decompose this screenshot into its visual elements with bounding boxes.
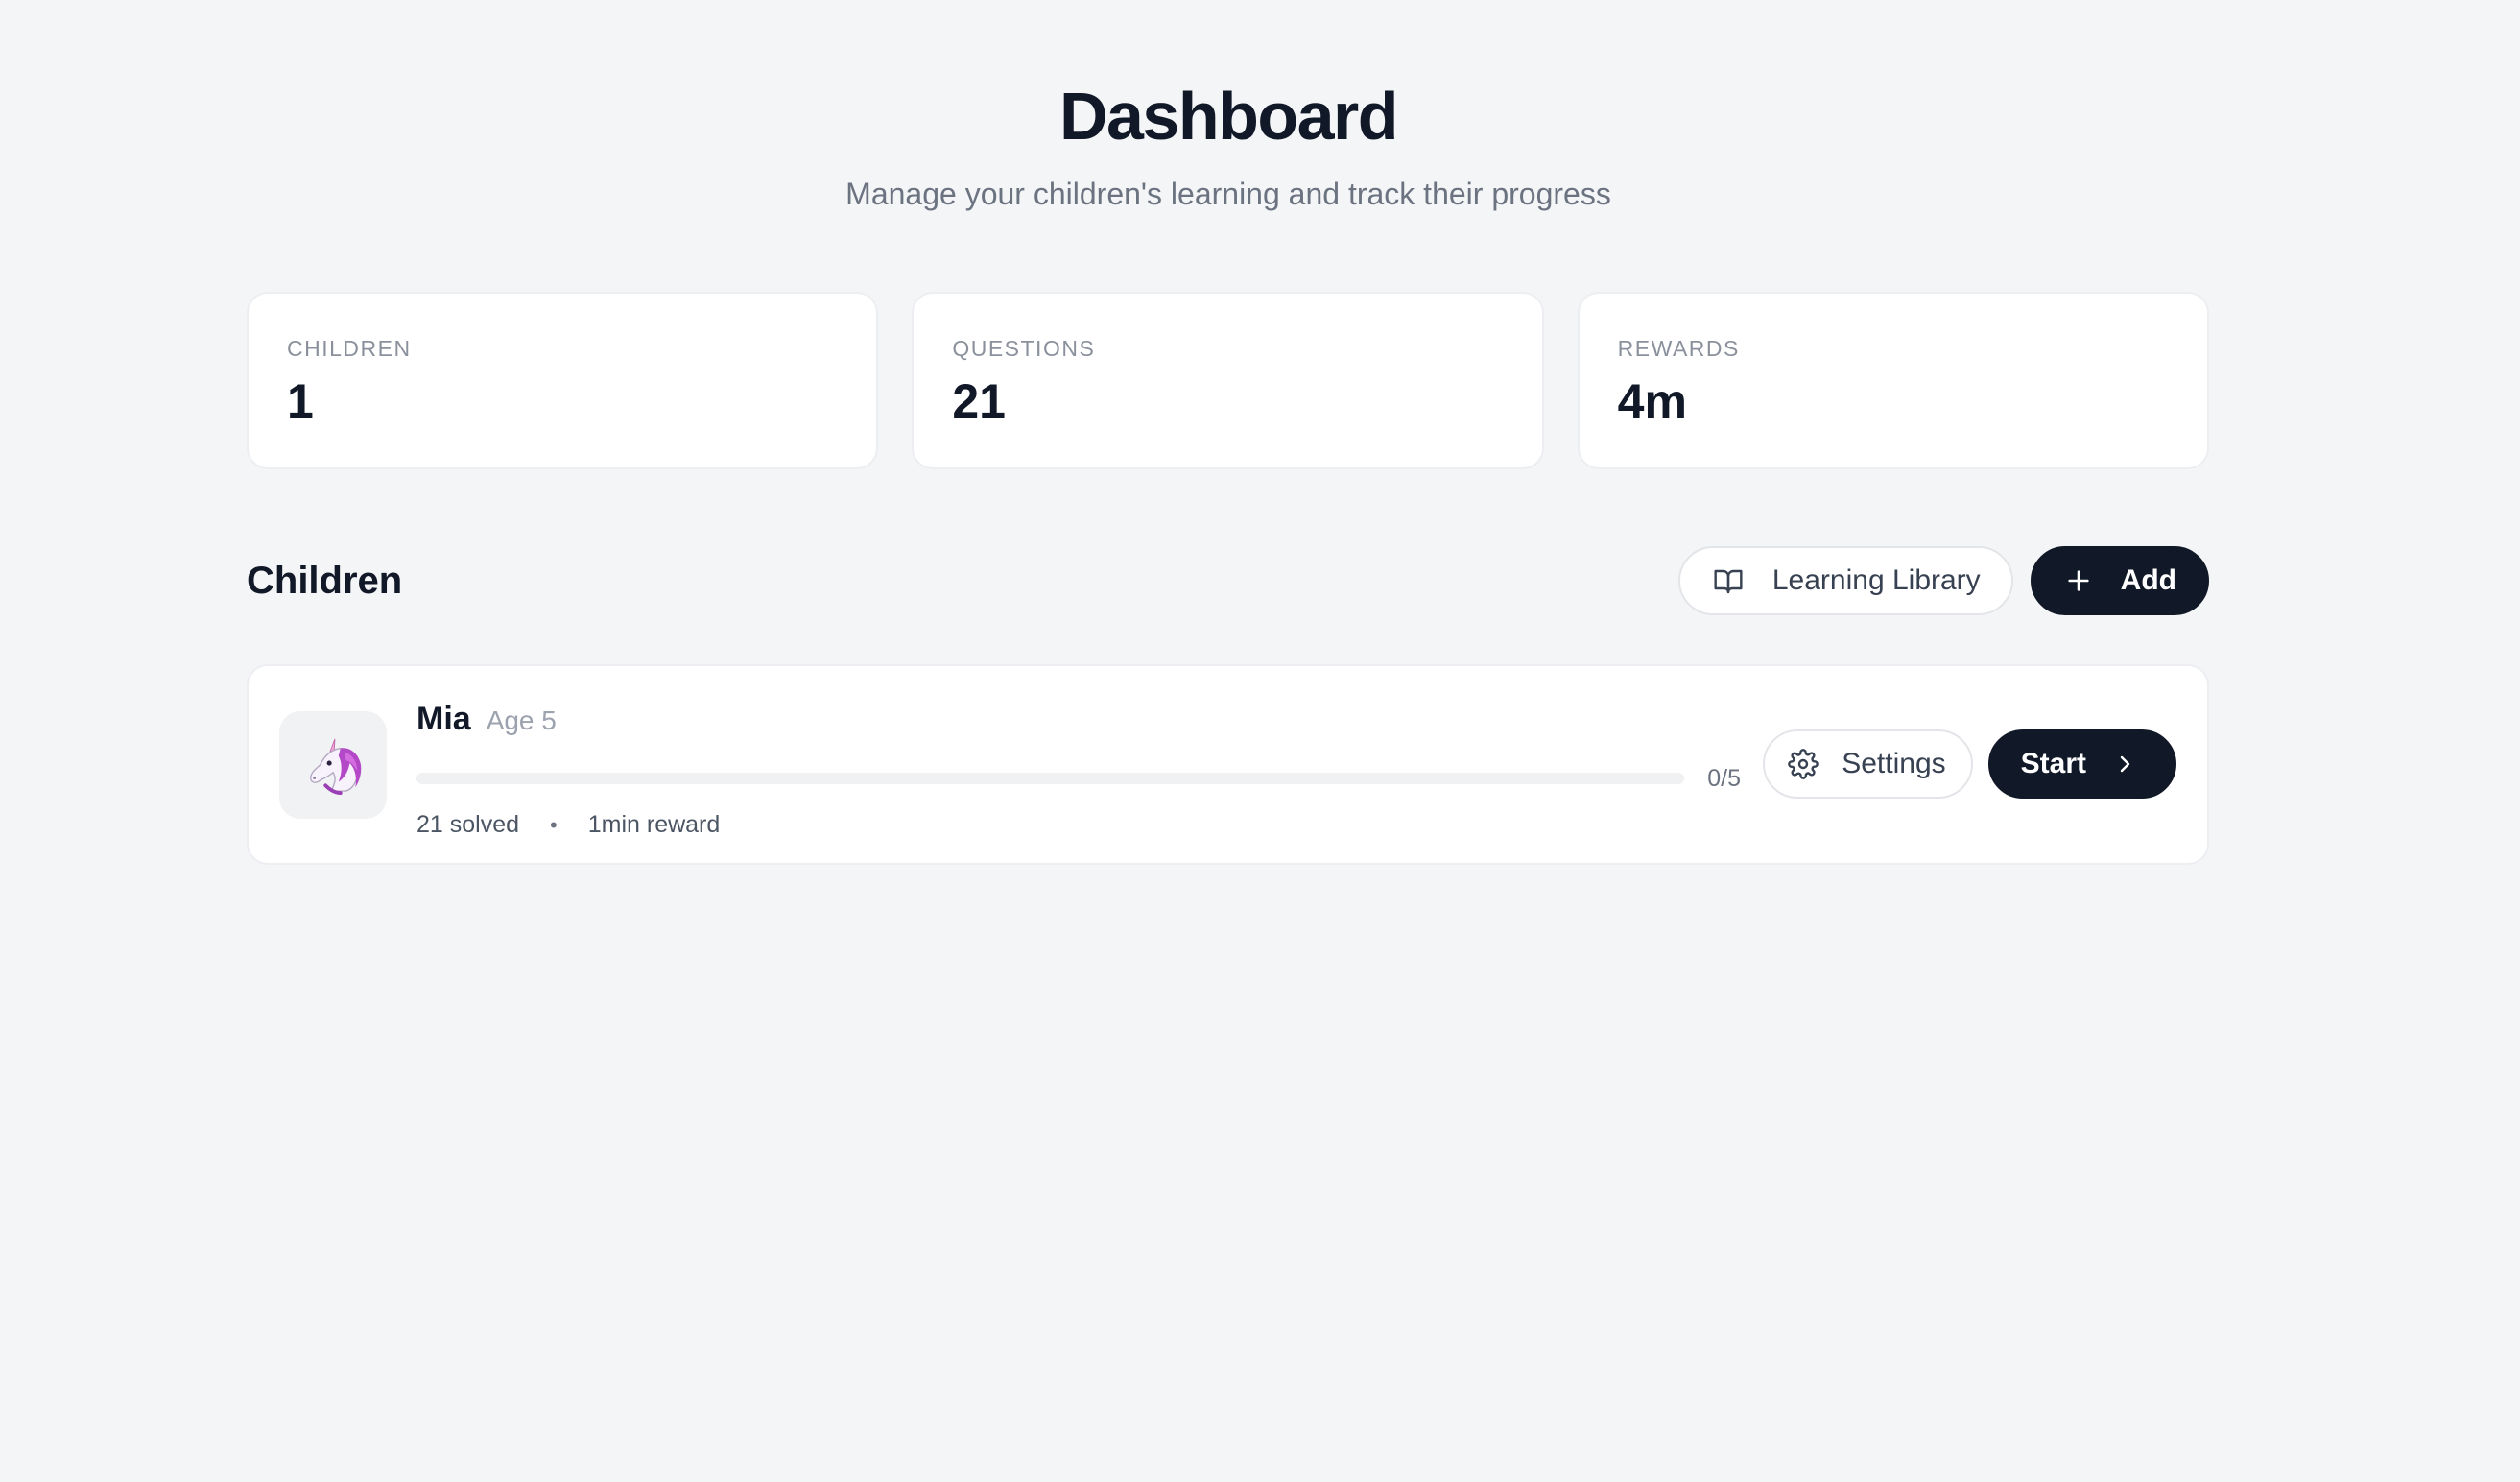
progress-count: 0/5	[1707, 764, 1741, 792]
settings-button[interactable]: Settings	[1763, 729, 1973, 799]
learning-library-label: Learning Library	[1771, 564, 1981, 596]
child-name-row: Mia Age 5	[416, 701, 1741, 738]
stat-label: CHILDREN	[287, 336, 412, 361]
dashboard-page: Dashboard Manage your children's learnin…	[0, 0, 2520, 1482]
section-title: Children	[247, 559, 403, 602]
add-child-button[interactable]: Add	[2030, 546, 2209, 615]
stat-label: REWARDS	[1617, 336, 1740, 361]
start-button[interactable]: Start	[1987, 729, 2176, 799]
section-actions: Learning Library Add	[1677, 546, 2209, 615]
page-header: Dashboard Manage your children's learnin…	[0, 73, 2457, 213]
stats-row: CHILDREN 1 QUESTIONS 21 REWARDS 4m	[247, 292, 2209, 469]
child-card: Mia Age 5 0/5 21 solved • 1min reward Se…	[247, 664, 2209, 865]
gear-icon	[1788, 749, 1819, 779]
start-label: Start	[2020, 748, 2086, 779]
child-name: Mia	[416, 701, 471, 737]
plus-icon	[2065, 567, 2092, 594]
child-info: Mia Age 5 0/5 21 solved • 1min reward	[416, 701, 1741, 839]
child-meta: 21 solved • 1min reward	[416, 811, 1741, 839]
stat-value: 21	[952, 374, 1006, 428]
learning-library-button[interactable]: Learning Library	[1677, 546, 2013, 615]
book-open-icon	[1713, 565, 1744, 596]
progress-bar	[416, 773, 1685, 784]
children-section-header: Children Learning Library Add	[247, 545, 2209, 616]
stat-value: 4m	[1617, 374, 1687, 428]
stat-card-questions: QUESTIONS 21	[912, 292, 1544, 469]
stat-card-children: CHILDREN 1	[247, 292, 879, 469]
add-label: Add	[2120, 564, 2176, 596]
meta-separator: •	[550, 812, 558, 837]
page-title: Dashboard	[1058, 79, 1399, 154]
progress-row: 0/5	[416, 763, 1741, 794]
page-subtitle: Manage your children's learning and trac…	[845, 177, 1611, 211]
stat-label: QUESTIONS	[952, 336, 1096, 361]
stat-value: 1	[287, 374, 314, 428]
settings-label: Settings	[1842, 748, 1946, 779]
chevron-right-icon	[2113, 753, 2136, 776]
child-actions: Settings Start	[1763, 729, 2176, 799]
child-age: Age 5	[486, 705, 557, 735]
solved-count: 21 solved	[416, 811, 520, 838]
reward-text: 1min reward	[587, 811, 721, 838]
unicorn-icon	[279, 711, 387, 819]
stat-card-rewards: REWARDS 4m	[1577, 292, 2209, 469]
